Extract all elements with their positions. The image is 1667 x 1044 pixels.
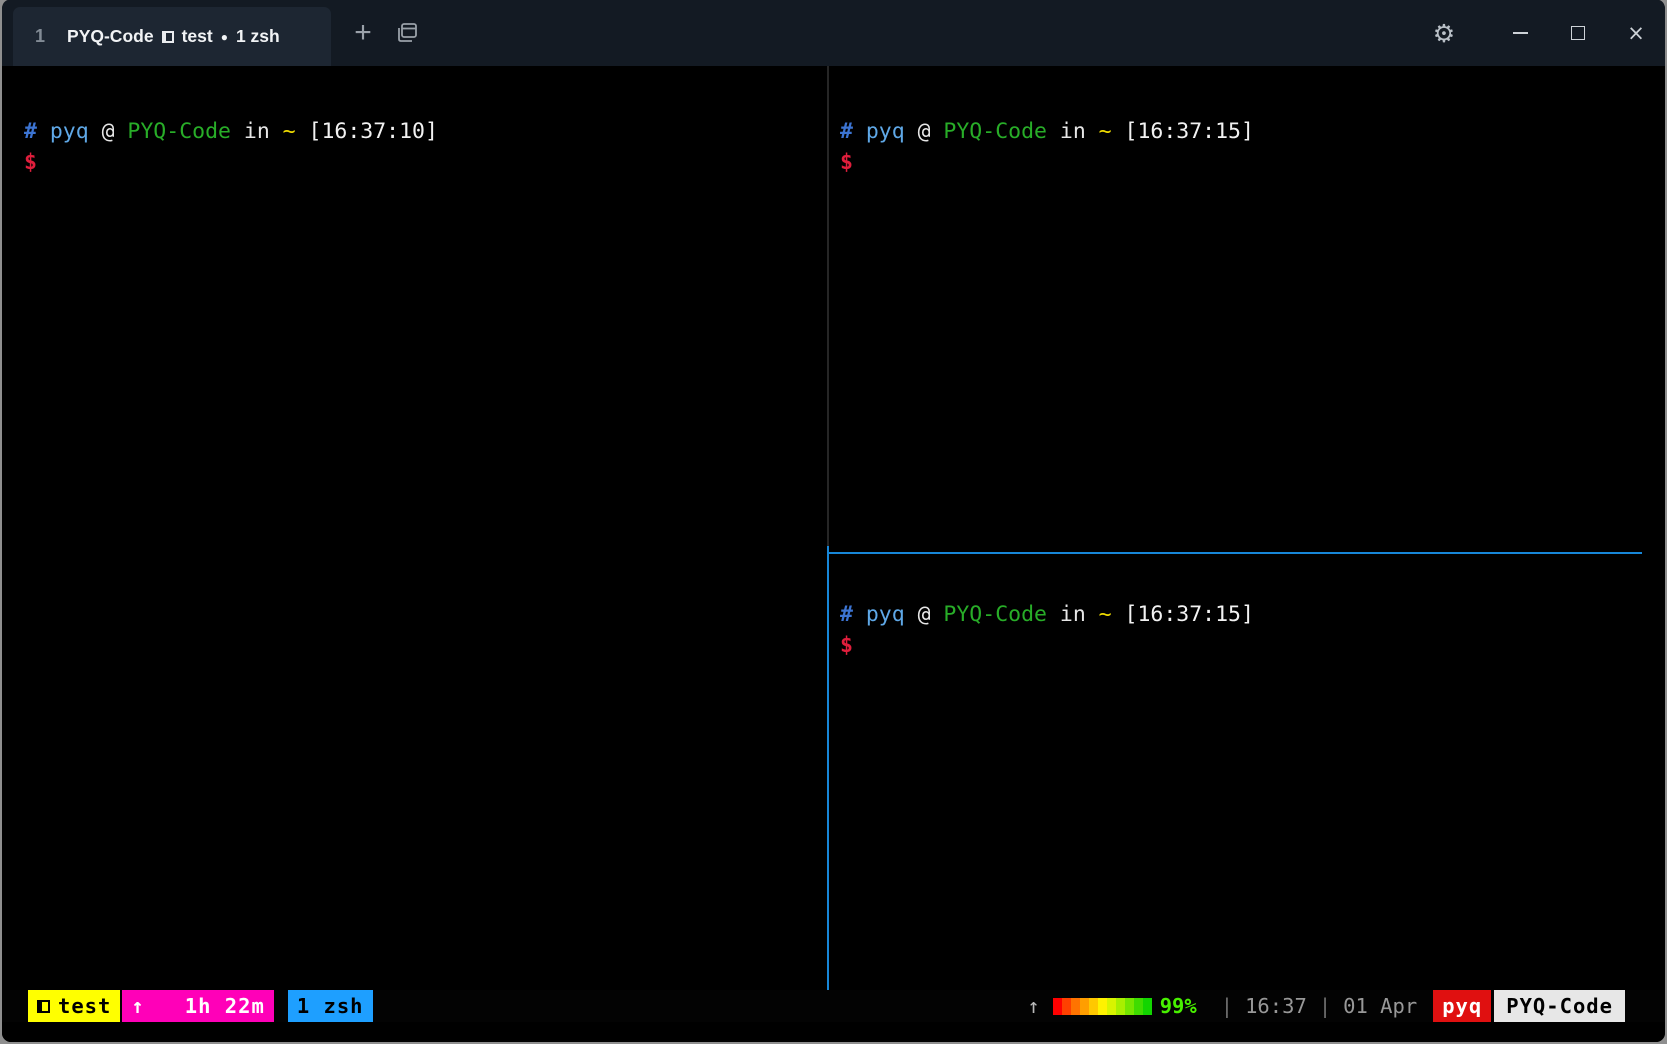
prompt-timestamp: [16:37:15] (1124, 602, 1254, 627)
battery-gradient-bar (1052, 997, 1152, 1015)
separator: | (1220, 994, 1234, 1018)
session-badge[interactable]: test (28, 990, 121, 1022)
prompt-symbol: # (840, 602, 853, 627)
battery-arrow-icon: ↑ (1027, 994, 1040, 1018)
tab-title: PYQ-Code test ● 1 zsh (67, 26, 280, 47)
maximize-icon (1571, 26, 1585, 40)
prompt-user: pyq (865, 602, 905, 627)
prompt-at: @ (917, 602, 931, 627)
terminal-content: # pyq @ PYQ-Code in ~ [16:37:10] $ # pyq @ PYQ-Co… (2, 66, 1665, 1042)
separator: | (1318, 994, 1332, 1018)
battery-percent: 99% (1159, 994, 1197, 1018)
shell-prompt: # pyq @ PYQ-Code in ~ [16:37:15] $ (840, 599, 1254, 661)
prompt-cursor: $ (24, 150, 37, 175)
prompt-host: PYQ-Code (127, 119, 231, 144)
titlebar-drag-region[interactable] (429, 0, 1415, 66)
prompt-in: in (243, 119, 270, 144)
status-right: ↑ 99% | 16:37 | 01 Apr pyq PYQ-Code (1027, 990, 1625, 1022)
tab-title-window: test (181, 26, 213, 46)
uptime-badge: ↑ 1h 22m (122, 990, 274, 1022)
tab-title-session: PYQ-Code (67, 26, 154, 46)
titlebar: 1 PYQ-Code test ● 1 zsh + ⚙ × (2, 0, 1665, 66)
pane-divider-vertical-active[interactable] (827, 546, 829, 990)
pane-divider-vertical-inactive[interactable] (827, 66, 829, 546)
prompt-host: PYQ-Code (943, 602, 1047, 627)
prompt-at: @ (917, 119, 931, 144)
pane-left[interactable]: # pyq @ PYQ-Code in ~ [16:37:10] $ (2, 66, 826, 988)
prompt-host: PYQ-Code (943, 119, 1047, 144)
prompt-in: in (1059, 602, 1086, 627)
prompt-user: pyq (49, 119, 89, 144)
stacked-windows-icon (398, 23, 417, 42)
pane-divider-horizontal-active[interactable] (828, 552, 1642, 554)
prompt-timestamp: [16:37:10] (308, 119, 438, 144)
user-badge: pyq (1433, 990, 1492, 1022)
window-name: 1 zsh (296, 994, 364, 1018)
tab-number: 1 (35, 26, 46, 46)
date: 01 Apr (1343, 994, 1418, 1018)
minimize-button[interactable] (1491, 0, 1549, 66)
clock-time: 16:37 (1245, 994, 1307, 1018)
pane-bottom-right-active[interactable]: # pyq @ PYQ-Code in ~ [16:37:15] $ (830, 554, 1665, 988)
minimize-icon (1512, 32, 1528, 34)
settings-button[interactable]: ⚙ (1415, 0, 1473, 66)
tab-switcher-button[interactable] (385, 7, 429, 59)
prompt-path: ~ (1098, 602, 1112, 627)
terminal-window: 1 PYQ-Code test ● 1 zsh + ⚙ × # pyq @ PY… (0, 0, 1667, 1044)
window-badge[interactable]: 1 zsh (287, 990, 373, 1022)
prompt-user: pyq (865, 119, 905, 144)
close-button[interactable]: × (1607, 0, 1665, 66)
shell-prompt: # pyq @ PYQ-Code in ~ [16:37:10] $ (24, 116, 438, 178)
dot-separator-icon: ● (220, 29, 228, 44)
window-controls: ⚙ × (1415, 0, 1665, 66)
prompt-at: @ (101, 119, 115, 144)
uptime-arrow-icon: ↑ (131, 994, 145, 1018)
prompt-cursor: $ (840, 150, 853, 175)
tmux-status-bar: test ↑ 1h 22m 1 zsh ↑ 99% | 16:37 | 01 A… (2, 990, 1665, 1022)
session-name: test (58, 994, 112, 1018)
session-window-icon (37, 999, 50, 1013)
prompt-symbol: # (840, 119, 853, 144)
shell-prompt: # pyq @ PYQ-Code in ~ [16:37:15] $ (840, 116, 1254, 178)
close-icon: × (1627, 21, 1645, 45)
window-pane-icon (161, 30, 174, 43)
hostname-badge: PYQ-Code (1494, 990, 1625, 1022)
tab-title-pane: 1 zsh (235, 26, 280, 46)
prompt-path: ~ (1098, 119, 1112, 144)
uptime-value: 1h 22m (184, 994, 265, 1018)
tab-active[interactable]: 1 PYQ-Code test ● 1 zsh (13, 7, 331, 66)
new-tab-button[interactable]: + (341, 7, 385, 59)
prompt-symbol: # (24, 119, 37, 144)
maximize-button[interactable] (1549, 0, 1607, 66)
prompt-in: in (1059, 119, 1086, 144)
prompt-path: ~ (282, 119, 296, 144)
prompt-cursor: $ (840, 633, 853, 658)
gear-icon: ⚙ (1432, 18, 1456, 48)
prompt-timestamp: [16:37:15] (1124, 119, 1254, 144)
pane-top-right[interactable]: # pyq @ PYQ-Code in ~ [16:37:15] $ (830, 66, 1665, 552)
